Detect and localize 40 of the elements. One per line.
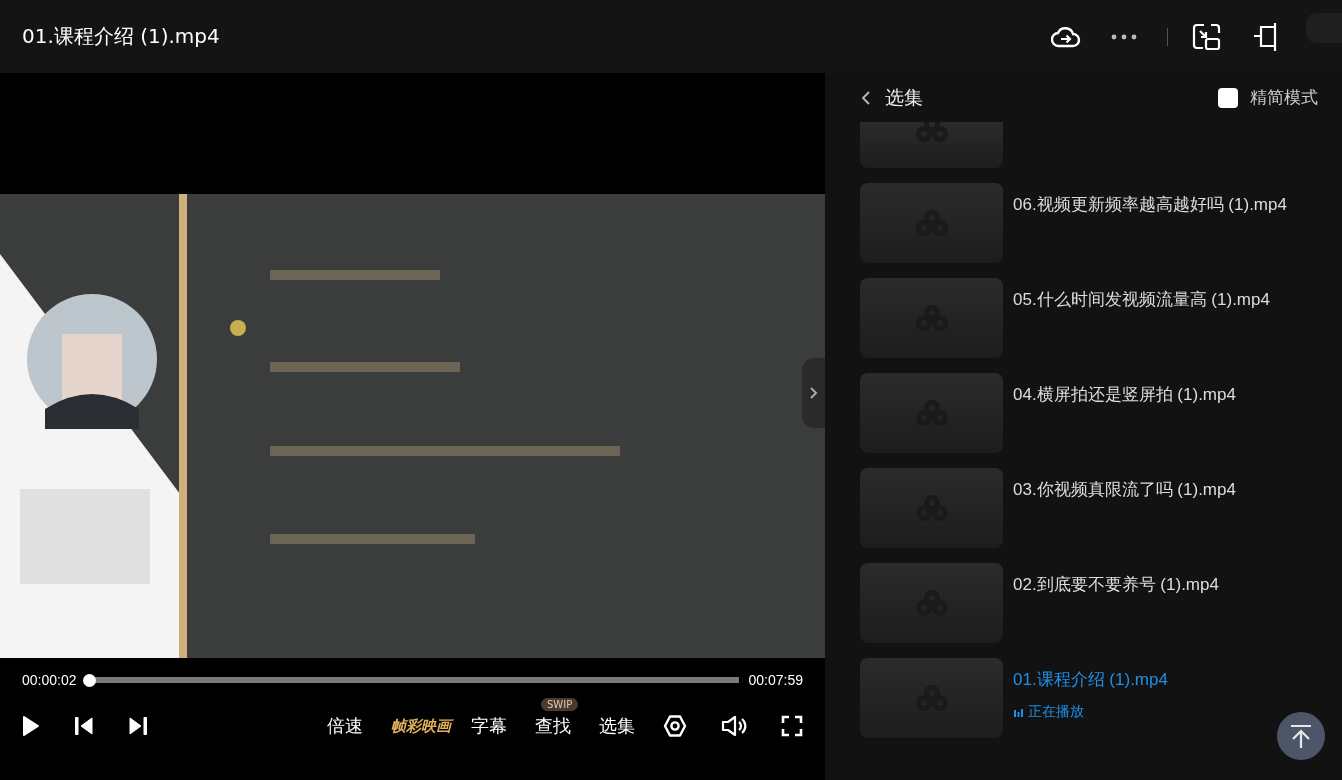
panel-toggle[interactable] (802, 358, 825, 428)
episode-title: 04.横屏拍还是竖屏拍 (1).mp4 (1013, 384, 1236, 406)
previous-icon[interactable] (74, 716, 94, 736)
control-button[interactable]: 选集 (599, 714, 635, 738)
checkbox[interactable] (1218, 87, 1238, 108)
play-icon[interactable] (22, 715, 40, 737)
duration: 00:07:59 (748, 672, 803, 688)
window-title: 01.课程介绍 (1).mp4 (22, 23, 221, 50)
bars-icon (1013, 707, 1023, 717)
episode-title: 06.视频更新频率越高越好吗 (1).mp4 (1013, 194, 1287, 216)
settings-icon[interactable] (663, 714, 687, 738)
episode-item[interactable]: 02.到底要不要养号 (1).mp4 (860, 563, 1342, 643)
cloud-logo-icon (913, 122, 950, 142)
episode-item[interactable]: 06.视频更新频率越高越好吗 (1).mp4 (860, 183, 1342, 263)
episode-item[interactable]: 05.什么时间发视频流量高 (1).mp4 (860, 278, 1342, 358)
search-button[interactable]: 查找 (535, 714, 571, 738)
episode-title: 01.课程介绍 (1).mp4 (1013, 669, 1168, 691)
scroll-to-top-button[interactable] (1277, 712, 1325, 760)
back-button[interactable]: 选集 (861, 84, 1218, 111)
picture-in-picture-icon[interactable] (1192, 22, 1222, 51)
badge: SWIP (541, 698, 579, 711)
episode-item[interactable]: 01.课程介绍 (1).mp4 正在播放 (860, 658, 1342, 738)
more-icon[interactable] (1111, 33, 1137, 40)
chevron-right-icon (808, 386, 819, 400)
window-icon[interactable] (1252, 21, 1278, 52)
control-button[interactable]: 倍速 (327, 714, 363, 738)
episode-item[interactable]: 03.你视频真限流了吗 (1).mp4 (860, 468, 1342, 548)
arrow-up-icon (1289, 723, 1313, 749)
episode-item[interactable]: 04.横屏拍还是竖屏拍 (1).mp4 (860, 373, 1342, 453)
checkbox-label: 精简模式 (1250, 86, 1318, 109)
episode-title: 05.什么时间发视频流量高 (1).mp4 (1013, 289, 1270, 311)
control-button[interactable]: 字幕 (471, 714, 507, 738)
volume-icon[interactable] (721, 714, 747, 738)
fullscreen-icon[interactable] (781, 715, 803, 737)
episode-title: 03.你视频真限流了吗 (1).mp4 (1013, 479, 1236, 501)
next-icon[interactable] (128, 716, 148, 736)
episode-title: 02.到底要不要养号 (1).mp4 (1013, 574, 1219, 596)
chevron-left-icon (861, 89, 871, 106)
now-playing-status: 正在播放 (1013, 703, 1168, 721)
current-time: 00:00:02 (22, 672, 77, 688)
